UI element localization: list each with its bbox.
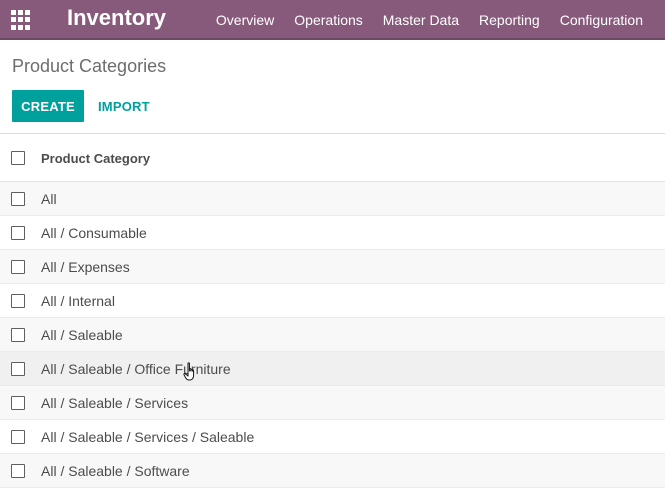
row-label: All — [41, 190, 57, 207]
row-checkbox[interactable] — [11, 395, 25, 410]
row-checkbox[interactable] — [11, 259, 25, 274]
control-panel: Product Categories CREATE IMPORT — [0, 42, 665, 134]
row-label: All / Consumable — [41, 224, 147, 241]
row-checkbox[interactable] — [11, 361, 25, 376]
select-all-checkbox[interactable] — [11, 151, 25, 165]
table-row[interactable]: All / Saleable / Software — [0, 454, 665, 488]
table-row[interactable]: All / Consumable — [0, 216, 665, 250]
row-checkbox[interactable] — [11, 293, 25, 308]
apps-grid-icon[interactable] — [11, 10, 31, 30]
row-label: All / Internal — [41, 292, 115, 309]
row-label: All / Saleable / Services — [41, 394, 189, 411]
menu-operations[interactable]: Operations — [284, 3, 372, 37]
row-checkbox[interactable] — [11, 429, 25, 444]
table-row[interactable]: All / Internal — [0, 284, 665, 318]
table-row[interactable]: All / Saleable / Services — [0, 386, 665, 420]
column-header-product-category[interactable]: Product Category — [41, 151, 150, 166]
create-button[interactable]: CREATE — [12, 90, 84, 122]
main-menu: Overview Operations Master Data Reportin… — [206, 0, 653, 40]
top-navbar: Inventory Overview Operations Master Dat… — [0, 0, 665, 40]
table-row[interactable]: All / Saleable / Services / Saleable — [0, 420, 665, 454]
list-header: Product Category — [0, 135, 665, 182]
import-button[interactable]: IMPORT — [90, 90, 158, 122]
table-row[interactable]: All / Expenses — [0, 250, 665, 284]
table-row[interactable]: All — [0, 182, 665, 216]
row-checkbox[interactable] — [11, 191, 25, 206]
row-checkbox[interactable] — [11, 463, 25, 478]
row-label: All / Saleable — [41, 326, 123, 343]
menu-master-data[interactable]: Master Data — [373, 3, 469, 37]
row-checkbox[interactable] — [11, 225, 25, 240]
row-label: All / Expenses — [41, 258, 130, 275]
row-label: All / Saleable / Software — [41, 462, 190, 479]
menu-reporting[interactable]: Reporting — [469, 3, 550, 37]
page-title: Product Categories — [12, 56, 167, 76]
table-row[interactable]: All / Saleable — [0, 318, 665, 352]
category-list: Product Category All All / Consumable Al… — [0, 135, 665, 488]
row-label: All / Saleable / Office Furniture — [41, 360, 231, 377]
app-name[interactable]: Inventory — [67, 4, 166, 32]
menu-overview[interactable]: Overview — [206, 3, 284, 37]
row-checkbox[interactable] — [11, 327, 25, 342]
row-label: All / Saleable / Services / Saleable — [41, 428, 255, 445]
menu-configuration[interactable]: Configuration — [550, 3, 653, 37]
table-row[interactable]: All / Saleable / Office Furniture — [0, 352, 665, 386]
